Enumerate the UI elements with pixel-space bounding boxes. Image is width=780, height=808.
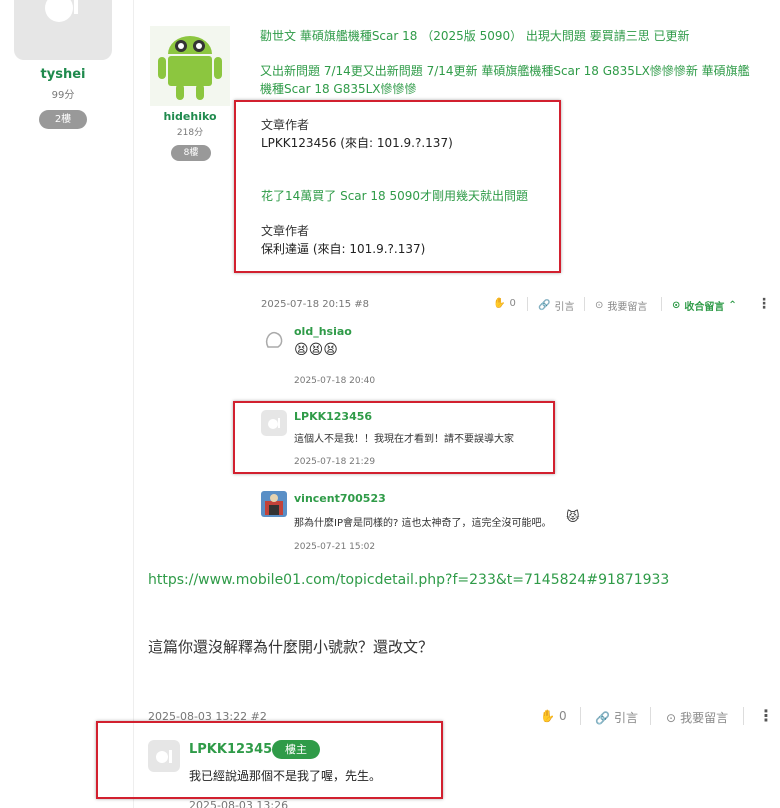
comment-text-vincent: 那為什麼IP會是同樣的? 這也太神奇了，這完全沒可能吧。 [294, 518, 552, 529]
toolbar-separator [650, 707, 651, 725]
bottom-comment-avatar[interactable] [148, 740, 180, 772]
post8-reply-label: 我要留言 [607, 302, 648, 313]
post8-more-menu-icon[interactable]: ⋮ [757, 296, 771, 312]
second-author-score: 218分 [176, 128, 204, 138]
author-label-1: 文章作者 [261, 118, 310, 132]
comment-bubble-icon: ⊙ [595, 300, 604, 311]
post8-reply-button[interactable]: ⊙ 我要留言 [595, 298, 647, 313]
placeholder-avatar-icon [156, 750, 172, 763]
post8-quote-button[interactable]: 🔗 引言 [538, 298, 574, 313]
topic-link[interactable]: 花了14萬買了 Scar 18 5090才剛用幾天就出問題 [261, 187, 528, 204]
quote-link-icon: 🔗 [595, 710, 610, 725]
topic-url-link[interactable]: https://www.mobile01.com/topicdetail.php… [148, 572, 669, 588]
post8-quote-label: 引言 [554, 302, 575, 313]
post2-more-menu-icon[interactable]: ⋮ [758, 706, 774, 725]
like-hand-icon: ✋ [493, 298, 506, 309]
post8-collapse-label: 收合留言 [684, 302, 725, 313]
second-floor-badge: 8樓 [171, 145, 211, 161]
post2-reply-button[interactable]: ⊙ 我要留言 [666, 709, 728, 726]
comment-bubble-icon: ⊙ [672, 300, 681, 311]
post8-collapse-button[interactable]: ⊙ 收合留言 ⌃ [672, 298, 737, 313]
like-hand-icon: ✋ [540, 709, 555, 723]
comment-text-lpkk: 這個人不是我！！我現在才看到！請不要誤導大家 [294, 434, 514, 445]
author-label-2: 文章作者 [261, 224, 310, 238]
post2-quote-label: 引言 [613, 711, 638, 725]
left-floor-badge: 2樓 [39, 110, 87, 129]
comment-text-old-hsiao: 😫😫😫 [294, 342, 338, 358]
left-author-avatar[interactable] [14, 0, 112, 60]
android-avatar[interactable] [150, 26, 230, 106]
comment-time-lpkk: 2025-07-18 21:29 [294, 457, 376, 467]
comment-name-vincent[interactable]: vincent700523 [294, 492, 386, 505]
toolbar-separator [584, 297, 585, 311]
comment-name-lpkk[interactable]: LPKK123456 [294, 410, 372, 423]
toolbar-separator [527, 297, 528, 311]
comment-bubble-icon: ⊙ [666, 710, 677, 725]
second-author-name[interactable]: hidehiko [150, 110, 230, 123]
angry-face-emoji-icon: 😾 [566, 510, 580, 525]
toolbar-separator [580, 707, 581, 725]
comment-name-old-hsiao[interactable]: old_hsiao [294, 325, 352, 338]
comment-avatar-lpkk[interactable] [261, 410, 287, 436]
bottom-comment-name[interactable]: LPKK123456 [189, 742, 281, 757]
placeholder-avatar-icon [45, 0, 78, 22]
quote-link-line3[interactable]: 機種Scar 18 G835LX慘慘慘 [260, 80, 417, 97]
author-info-1: LPKK123456 (來自: 101.9.?.137) [261, 136, 453, 150]
bottom-comment-time: 2025-08-03 13:26 [189, 799, 289, 808]
post2-reply-label: 我要留言 [680, 711, 729, 725]
question-text: 這篇你還沒解釋為什麼開小號款？還改文？ [148, 638, 434, 656]
sketch-avatar-icon [265, 331, 283, 348]
left-column-divider [133, 0, 134, 808]
comment-time-old-hsiao: 2025-07-18 20:40 [294, 376, 376, 386]
toolbar-separator [661, 297, 662, 311]
post2-quote-button[interactable]: 🔗 引言 [595, 709, 638, 726]
comment-time-vincent: 2025-07-21 15:02 [294, 542, 376, 552]
post8-like-count: 0 [509, 298, 516, 309]
op-badge: 樓主 [272, 740, 320, 759]
post2-like-count: 0 [558, 709, 567, 723]
comment-avatar-old-hsiao[interactable] [262, 327, 286, 351]
quote-link-line1[interactable]: 勸世文 華碩旗艦機種Scar 18 （2025版 5090） 出現大問題 要買請… [260, 27, 690, 44]
post8-like-button[interactable]: ✋ 0 [493, 298, 516, 309]
left-author-name[interactable]: tyshei [14, 67, 112, 82]
quote-link-line2[interactable]: 又出新問題 7/14更又出新問題 7/14更新 華碩旗艦機種Scar 18 G8… [260, 62, 750, 79]
bottom-comment-text: 我已經說過那個不是我了喔，先生。 [189, 769, 382, 783]
post8-timestamp: 2025-07-18 20:15 #8 [261, 299, 370, 310]
placeholder-avatar-icon [268, 418, 280, 429]
toolbar-separator [743, 707, 744, 725]
chevron-up-icon: ⌃ [728, 300, 737, 311]
author-info-2: 保利達逼 (來自: 101.9.?.137) [261, 242, 426, 256]
left-author-score: 99分 [51, 90, 75, 101]
comment-avatar-vincent[interactable] [261, 491, 287, 517]
photo-avatar-icon [261, 491, 287, 517]
post2-like-button[interactable]: ✋ 0 [540, 709, 567, 723]
quote-link-icon: 🔗 [538, 300, 551, 311]
android-robot-icon [158, 36, 222, 100]
